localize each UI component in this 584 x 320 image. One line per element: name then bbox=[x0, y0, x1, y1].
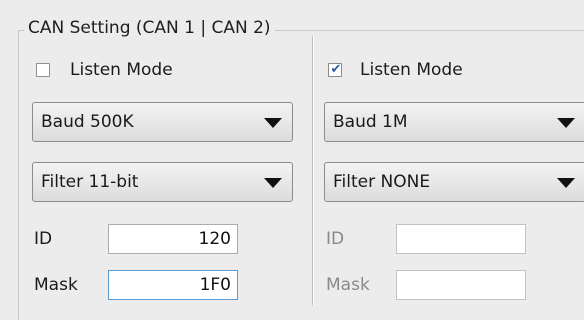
can2-listen-mode-label: Listen Mode bbox=[360, 60, 463, 80]
can2-mask-input[interactable] bbox=[396, 270, 526, 300]
can2-mask-label: Mask bbox=[326, 275, 370, 295]
can1-mask-label: Mask bbox=[34, 275, 78, 295]
can2-filter-value: Filter NONE bbox=[333, 172, 431, 192]
can2-id-label: ID bbox=[326, 229, 345, 249]
column-divider-highlight bbox=[313, 36, 314, 305]
chevron-down-icon bbox=[264, 178, 282, 188]
group-title: CAN Setting (CAN 1 | CAN 2) bbox=[24, 16, 275, 40]
can1-listen-mode-label: Listen Mode bbox=[70, 60, 173, 80]
can1-mask-input[interactable]: 1F0 bbox=[108, 270, 238, 300]
can2-id-input[interactable] bbox=[396, 224, 526, 254]
can1-id-input[interactable]: 120 bbox=[108, 224, 238, 254]
can1-baud-select[interactable]: Baud 500K bbox=[32, 102, 293, 142]
can2-baud-value: Baud 1M bbox=[333, 112, 408, 132]
can1-listen-mode-checkbox[interactable] bbox=[36, 63, 50, 77]
chevron-down-icon bbox=[557, 118, 575, 128]
can1-filter-select[interactable]: Filter 11-bit bbox=[32, 162, 293, 202]
can1-id-label: ID bbox=[34, 229, 53, 249]
can1-filter-value: Filter 11-bit bbox=[41, 172, 139, 192]
chevron-down-icon bbox=[264, 118, 282, 128]
chevron-down-icon bbox=[557, 178, 575, 188]
can1-baud-value: Baud 500K bbox=[41, 112, 134, 132]
can2-baud-select[interactable]: Baud 1M bbox=[324, 102, 584, 142]
can2-listen-mode-checkbox[interactable]: ✔ bbox=[328, 62, 342, 77]
checkmark-icon: ✔ bbox=[330, 62, 342, 77]
can2-filter-select[interactable]: Filter NONE bbox=[324, 162, 584, 202]
